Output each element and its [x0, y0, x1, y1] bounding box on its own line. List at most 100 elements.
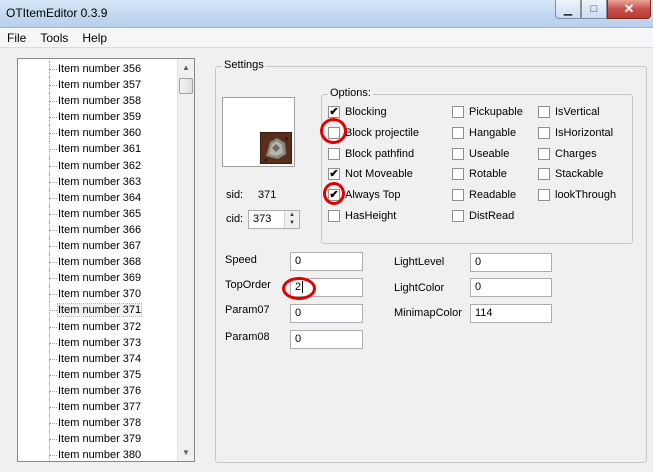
- list-item-label: Item number 360: [58, 127, 142, 140]
- checkbox-stackable[interactable]: [538, 168, 550, 181]
- menu-help[interactable]: Help: [75, 28, 114, 47]
- checkbox-pickupable[interactable]: [452, 106, 464, 118]
- option-label: Useable: [469, 147, 510, 160]
- scroll-thumb[interactable]: [179, 78, 193, 94]
- option-label: Charges: [555, 147, 597, 160]
- option-lookthrough[interactable]: lookThrough: [538, 189, 616, 202]
- option-blocking[interactable]: ✔ Blocking: [328, 106, 387, 118]
- checkbox-hasheight[interactable]: [328, 210, 340, 222]
- title-bar[interactable]: OTItemEditor 0.3.9 ▁ □ ✕: [0, 0, 653, 28]
- list-item[interactable]: Item number 365: [18, 205, 178, 222]
- menu-file[interactable]: File: [0, 28, 33, 47]
- close-button[interactable]: ✕: [607, 0, 651, 19]
- list-item[interactable]: Item number 380: [18, 447, 178, 461]
- window-title: OTItemEditor 0.3.9: [6, 6, 108, 20]
- option-readable[interactable]: Readable: [452, 189, 516, 202]
- list-item[interactable]: Item number 358: [18, 93, 178, 110]
- options-title: Options:: [328, 87, 373, 99]
- list-item[interactable]: Item number 362: [18, 157, 178, 174]
- list-item[interactable]: Item number 366: [18, 221, 178, 239]
- scroll-up-icon[interactable]: ▲: [178, 59, 194, 76]
- list-item[interactable]: Item number 377: [18, 398, 178, 416]
- list-item-label: Item number 368: [58, 256, 142, 269]
- spin-down-icon[interactable]: ▼: [285, 219, 299, 227]
- tree-line: [49, 342, 57, 344]
- list-item[interactable]: Item number 370: [18, 286, 178, 303]
- speed-label: Speed: [225, 254, 257, 266]
- option-label: Always Top: [345, 189, 401, 202]
- menu-tools[interactable]: Tools: [33, 28, 75, 47]
- lightlevel-label: LightLevel: [394, 256, 445, 268]
- speed-field[interactable]: 0: [290, 252, 363, 271]
- option-hangable[interactable]: Hangable: [452, 126, 517, 139]
- list-item[interactable]: Item number 371: [18, 302, 178, 319]
- option-not-moveable[interactable]: ✔ Not Moveable: [328, 168, 413, 181]
- option-label: DistRead: [469, 210, 515, 222]
- list-item-label: Item number 364: [58, 191, 142, 204]
- list-item[interactable]: Item number 357: [18, 77, 178, 94]
- option-ishorizontal[interactable]: IsHorizontal: [538, 126, 613, 139]
- options-group: Options: ✔ Blocking Block projectile Block …: [321, 87, 633, 244]
- option-rotable[interactable]: Rotable: [452, 168, 507, 181]
- checkbox-hangable[interactable]: [452, 126, 464, 139]
- option-pickupable[interactable]: Pickupable: [452, 106, 523, 118]
- list-item[interactable]: Item number 367: [18, 238, 178, 255]
- param08-field[interactable]: 0: [290, 330, 363, 349]
- option-useable[interactable]: Useable: [452, 147, 510, 160]
- minimize-button[interactable]: ▁: [555, 0, 581, 19]
- param07-field[interactable]: 0: [290, 304, 363, 323]
- maximize-button[interactable]: □: [581, 0, 607, 19]
- lightlevel-field[interactable]: 0: [470, 253, 552, 272]
- option-distread[interactable]: DistRead: [452, 210, 514, 222]
- spin-up-icon[interactable]: ▲: [285, 211, 299, 219]
- list-item-label: Item number 363: [58, 175, 142, 188]
- tree-line: [49, 358, 57, 360]
- list-item[interactable]: Item number 379: [18, 431, 178, 448]
- list-scrollbar[interactable]: ▲ ▼: [177, 59, 194, 461]
- option-charges[interactable]: Charges: [538, 147, 597, 160]
- list-item[interactable]: Item number 368: [18, 254, 178, 271]
- tree-line: [49, 310, 57, 312]
- option-label: Hangable: [469, 126, 517, 139]
- list-item-label: Item number 362: [58, 159, 142, 172]
- list-item[interactable]: Item number 356: [18, 61, 178, 78]
- list-item[interactable]: Item number 374: [18, 350, 178, 367]
- checkbox-lookthrough[interactable]: [538, 189, 550, 202]
- tree-line: [49, 133, 57, 135]
- list-item[interactable]: Item number 359: [18, 109, 178, 126]
- list-item[interactable]: Item number 369: [18, 270, 178, 287]
- list-item[interactable]: Item number 360: [18, 125, 178, 142]
- option-block-pathfind[interactable]: Block pathfind: [328, 147, 414, 160]
- list-item[interactable]: Item number 364: [18, 189, 178, 206]
- item-tree[interactable]: Item number 356 Item number 357 Item numbe…: [17, 58, 195, 462]
- list-item-label: Item number 356: [58, 63, 142, 75]
- checkbox-readable[interactable]: [452, 189, 464, 202]
- list-item[interactable]: Item number 363: [18, 173, 178, 190]
- lightcolor-field[interactable]: 0: [470, 278, 552, 297]
- checkbox-block-pathfind[interactable]: [328, 147, 340, 160]
- list-item[interactable]: Item number 361: [18, 141, 178, 158]
- checkmark-icon[interactable]: ✔: [328, 168, 340, 181]
- checkbox-charges[interactable]: [538, 147, 550, 160]
- checkbox-distread[interactable]: [452, 210, 464, 222]
- list-item[interactable]: Item number 372: [18, 318, 178, 335]
- list-item[interactable]: Item number 376: [18, 382, 178, 399]
- checkbox-useable[interactable]: [452, 147, 464, 160]
- item-list: Item number 356 Item number 357 Item numbe…: [18, 61, 178, 461]
- list-item[interactable]: Item number 378: [18, 415, 178, 432]
- lightcolor-label: LightColor: [394, 282, 445, 294]
- scroll-down-icon[interactable]: ▼: [178, 444, 194, 461]
- list-item[interactable]: Item number 375: [18, 366, 178, 383]
- list-item[interactable]: Item number 373: [18, 334, 178, 351]
- annotation-circle: [320, 118, 347, 144]
- checkbox-ishorizontal[interactable]: [538, 126, 550, 139]
- list-item-label: Item number 379: [58, 433, 142, 446]
- checkbox-rotable[interactable]: [452, 168, 464, 181]
- option-stackable[interactable]: Stackable: [538, 168, 603, 181]
- minimapcolor-field[interactable]: 114: [470, 304, 552, 323]
- option-isvertical[interactable]: IsVertical: [538, 106, 600, 118]
- option-hasheight[interactable]: HasHeight: [328, 210, 396, 222]
- checkmark-icon[interactable]: ✔: [328, 106, 340, 118]
- cid-stepper[interactable]: 373 ▲ ▼: [248, 210, 300, 229]
- checkbox-isvertical[interactable]: [538, 106, 550, 118]
